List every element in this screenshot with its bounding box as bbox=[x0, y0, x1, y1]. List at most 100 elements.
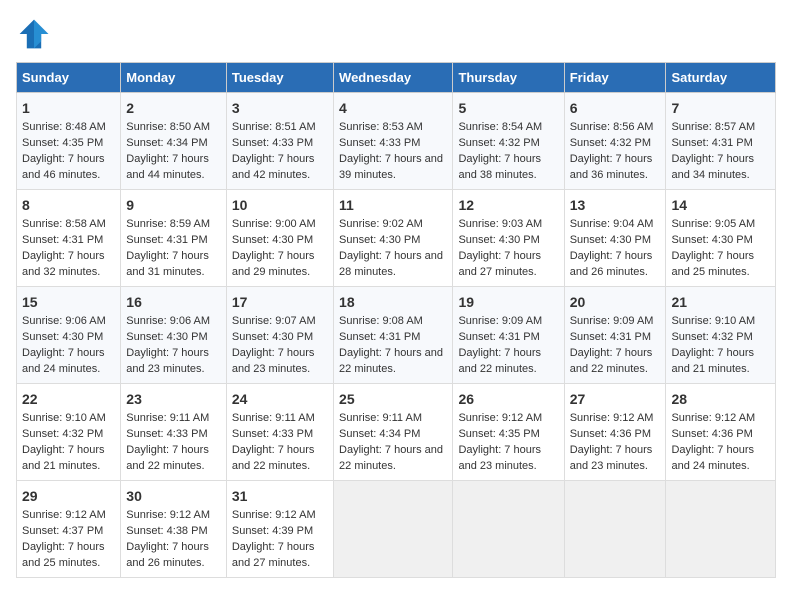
calendar-cell: 8Sunrise: 8:58 AMSunset: 4:31 PMDaylight… bbox=[17, 190, 121, 287]
day-number: 6 bbox=[570, 98, 661, 118]
calendar-cell: 30Sunrise: 9:12 AMSunset: 4:38 PMDayligh… bbox=[121, 481, 227, 578]
sunrise: Sunrise: 9:12 AM bbox=[232, 509, 316, 521]
day-number: 15 bbox=[22, 292, 115, 312]
sunset: Sunset: 4:31 PM bbox=[570, 331, 651, 343]
sunrise: Sunrise: 8:59 AM bbox=[126, 218, 210, 230]
sunrise: Sunrise: 8:48 AM bbox=[22, 121, 106, 133]
calendar-cell: 4Sunrise: 8:53 AMSunset: 4:33 PMDaylight… bbox=[334, 93, 453, 190]
sunrise: Sunrise: 8:57 AM bbox=[671, 121, 755, 133]
day-number: 1 bbox=[22, 98, 115, 118]
sunrise: Sunrise: 9:06 AM bbox=[126, 315, 210, 327]
sunset: Sunset: 4:32 PM bbox=[458, 137, 539, 149]
calendar-cell: 7Sunrise: 8:57 AMSunset: 4:31 PMDaylight… bbox=[666, 93, 776, 190]
day-number: 18 bbox=[339, 292, 447, 312]
daylight: Daylight: 7 hours and 24 minutes. bbox=[22, 347, 105, 375]
daylight: Daylight: 7 hours and 42 minutes. bbox=[232, 153, 315, 181]
day-number: 17 bbox=[232, 292, 328, 312]
daylight: Daylight: 7 hours and 21 minutes. bbox=[671, 347, 754, 375]
daylight: Daylight: 7 hours and 22 minutes. bbox=[232, 444, 315, 472]
sunset: Sunset: 4:34 PM bbox=[126, 137, 207, 149]
sunset: Sunset: 4:33 PM bbox=[339, 137, 420, 149]
calendar-cell: 6Sunrise: 8:56 AMSunset: 4:32 PMDaylight… bbox=[564, 93, 666, 190]
calendar-cell: 31Sunrise: 9:12 AMSunset: 4:39 PMDayligh… bbox=[226, 481, 333, 578]
day-number: 7 bbox=[671, 98, 770, 118]
sunset: Sunset: 4:30 PM bbox=[22, 331, 103, 343]
sunrise: Sunrise: 9:12 AM bbox=[126, 509, 210, 521]
sunset: Sunset: 4:31 PM bbox=[22, 234, 103, 246]
logo bbox=[16, 16, 56, 52]
daylight: Daylight: 7 hours and 26 minutes. bbox=[570, 250, 653, 278]
calendar-cell: 28 Sunrise: 9:12 AM Sunset: 4:36 PM Dayligh… bbox=[666, 384, 776, 481]
daylight: Daylight: 7 hours and 29 minutes. bbox=[232, 250, 315, 278]
daylight: Daylight: 7 hours and 24 minutes. bbox=[671, 444, 754, 472]
calendar-cell: 14Sunrise: 9:05 AMSunset: 4:30 PMDayligh… bbox=[666, 190, 776, 287]
daylight: Daylight: 7 hours and 46 minutes. bbox=[22, 153, 105, 181]
daylight: Daylight: 7 hours and 31 minutes. bbox=[126, 250, 209, 278]
daylight: Daylight: 7 hours and 25 minutes. bbox=[671, 250, 754, 278]
day-number: 2 bbox=[126, 98, 221, 118]
daylight: Daylight: 7 hours and 22 minutes. bbox=[339, 444, 443, 472]
sunrise: Sunrise: 9:07 AM bbox=[232, 315, 316, 327]
sunset: Sunset: 4:36 PM bbox=[671, 428, 752, 440]
sunset: Sunset: 4:30 PM bbox=[232, 234, 313, 246]
day-number: 8 bbox=[22, 195, 115, 215]
sunrise: Sunrise: 9:04 AM bbox=[570, 218, 654, 230]
day-number: 12 bbox=[458, 195, 558, 215]
sunset: Sunset: 4:32 PM bbox=[671, 331, 752, 343]
column-header-wednesday: Wednesday bbox=[334, 63, 453, 93]
calendar-cell: 24Sunrise: 9:11 AMSunset: 4:33 PMDayligh… bbox=[226, 384, 333, 481]
calendar-cell: 16Sunrise: 9:06 AMSunset: 4:30 PMDayligh… bbox=[121, 287, 227, 384]
calendar-week-5: 29Sunrise: 9:12 AMSunset: 4:37 PMDayligh… bbox=[17, 481, 776, 578]
calendar-cell: 2Sunrise: 8:50 AMSunset: 4:34 PMDaylight… bbox=[121, 93, 227, 190]
day-number: 20 bbox=[570, 292, 661, 312]
day-number: 3 bbox=[232, 98, 328, 118]
calendar-cell: 29Sunrise: 9:12 AMSunset: 4:37 PMDayligh… bbox=[17, 481, 121, 578]
daylight: Daylight: 7 hours and 23 minutes. bbox=[126, 347, 209, 375]
sunset: Sunset: 4:30 PM bbox=[232, 331, 313, 343]
day-number: 13 bbox=[570, 195, 661, 215]
sunrise: Sunrise: 9:08 AM bbox=[339, 315, 423, 327]
daylight: Daylight: 7 hours and 22 minutes. bbox=[570, 347, 653, 375]
daylight: Daylight: 7 hours and 25 minutes. bbox=[22, 541, 105, 569]
day-number: 4 bbox=[339, 98, 447, 118]
sunset: Sunset: 4:33 PM bbox=[126, 428, 207, 440]
day-number: 5 bbox=[458, 98, 558, 118]
daylight: Daylight: 7 hours and 22 minutes. bbox=[126, 444, 209, 472]
calendar-cell: 18Sunrise: 9:08 AMSunset: 4:31 PMDayligh… bbox=[334, 287, 453, 384]
day-number: 26 bbox=[458, 389, 558, 409]
calendar-cell: 25Sunrise: 9:11 AMSunset: 4:34 PMDayligh… bbox=[334, 384, 453, 481]
daylight: Daylight: 7 hours and 22 minutes. bbox=[339, 347, 443, 375]
day-number: 30 bbox=[126, 486, 221, 506]
calendar-table: SundayMondayTuesdayWednesdayThursdayFrid… bbox=[16, 62, 776, 578]
day-number: 10 bbox=[232, 195, 328, 215]
calendar-cell bbox=[666, 481, 776, 578]
sunset: Sunset: 4:35 PM bbox=[458, 428, 539, 440]
sunrise: Sunrise: 9:06 AM bbox=[22, 315, 106, 327]
day-number: 28 bbox=[671, 389, 770, 409]
calendar-cell: 19Sunrise: 9:09 AMSunset: 4:31 PMDayligh… bbox=[453, 287, 564, 384]
daylight: Daylight: 7 hours and 44 minutes. bbox=[126, 153, 209, 181]
column-header-tuesday: Tuesday bbox=[226, 63, 333, 93]
sunrise: Sunrise: 9:12 AM bbox=[22, 509, 106, 521]
calendar-cell: 5Sunrise: 8:54 AMSunset: 4:32 PMDaylight… bbox=[453, 93, 564, 190]
calendar-week-2: 8Sunrise: 8:58 AMSunset: 4:31 PMDaylight… bbox=[17, 190, 776, 287]
sunset: Sunset: 4:36 PM bbox=[570, 428, 651, 440]
sunset: Sunset: 4:32 PM bbox=[570, 137, 651, 149]
day-number: 11 bbox=[339, 195, 447, 215]
calendar-cell: 26Sunrise: 9:12 AMSunset: 4:35 PMDayligh… bbox=[453, 384, 564, 481]
calendar-body: 1 Sunrise: 8:48 AM Sunset: 4:35 PM Daylight… bbox=[17, 93, 776, 578]
calendar-cell: 13Sunrise: 9:04 AMSunset: 4:30 PMDayligh… bbox=[564, 190, 666, 287]
sunset: Sunset: 4:33 PM bbox=[232, 428, 313, 440]
day-number: 22 bbox=[22, 389, 115, 409]
sunrise: Sunrise: 9:12 AM bbox=[671, 412, 755, 424]
calendar-cell: 27Sunrise: 9:12 AMSunset: 4:36 PMDayligh… bbox=[564, 384, 666, 481]
column-header-friday: Friday bbox=[564, 63, 666, 93]
calendar-cell: 23Sunrise: 9:11 AMSunset: 4:33 PMDayligh… bbox=[121, 384, 227, 481]
sunrise: Sunrise: 8:53 AM bbox=[339, 121, 423, 133]
day-number: 23 bbox=[126, 389, 221, 409]
daylight: Daylight: 7 hours and 38 minutes. bbox=[458, 153, 541, 181]
sunrise: Sunrise: 9:02 AM bbox=[339, 218, 423, 230]
calendar-cell: 22Sunrise: 9:10 AMSunset: 4:32 PMDayligh… bbox=[17, 384, 121, 481]
sunset: Sunset: 4:30 PM bbox=[671, 234, 752, 246]
sunset: Sunset: 4:31 PM bbox=[126, 234, 207, 246]
